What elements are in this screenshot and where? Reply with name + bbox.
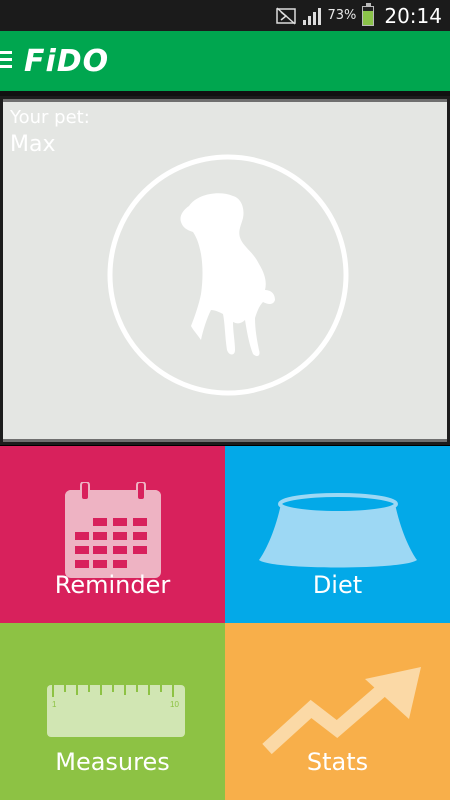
tile-reminder[interactable]: Reminder bbox=[0, 446, 225, 623]
battery-icon bbox=[362, 2, 375, 26]
battery-percent: 73% bbox=[327, 8, 357, 23]
status-icons: 73% 20:14 bbox=[275, 0, 442, 31]
tile-reminder-label: Reminder bbox=[54, 571, 171, 599]
tile-diet-label: Diet bbox=[312, 571, 363, 599]
app-bar: FiDO bbox=[0, 31, 450, 91]
pet-caption: Your pet: bbox=[10, 107, 90, 128]
signal-icon bbox=[303, 7, 322, 25]
ruler-icon: 1 10 bbox=[47, 685, 185, 737]
pet-card-inner: Your pet: Max bbox=[3, 99, 447, 442]
status-bar: 73% 20:14 bbox=[0, 0, 450, 31]
pet-card[interactable]: Your pet: Max bbox=[0, 96, 450, 445]
mute-icon bbox=[276, 6, 297, 25]
ruler-mark-10: 10 bbox=[170, 700, 179, 709]
dog-silhouette-icon[interactable] bbox=[107, 154, 349, 396]
tile-stats-label: Stats bbox=[306, 748, 369, 776]
menu-icon[interactable] bbox=[0, 51, 12, 71]
tile-measures-label: Measures bbox=[55, 748, 170, 776]
status-time: 20:14 bbox=[384, 3, 442, 28]
tile-measures[interactable]: 1 10 Measures bbox=[0, 623, 225, 800]
tile-diet[interactable]: Diet bbox=[225, 446, 450, 623]
app-logo[interactable]: FiDO bbox=[24, 44, 109, 79]
trend-up-icon bbox=[262, 667, 421, 755]
pet-name: Max bbox=[10, 132, 56, 157]
calendar-icon bbox=[65, 482, 161, 578]
tile-stats[interactable]: Stats bbox=[225, 623, 450, 800]
bowl-icon bbox=[259, 493, 417, 568]
ruler-mark-1: 1 bbox=[52, 700, 57, 709]
